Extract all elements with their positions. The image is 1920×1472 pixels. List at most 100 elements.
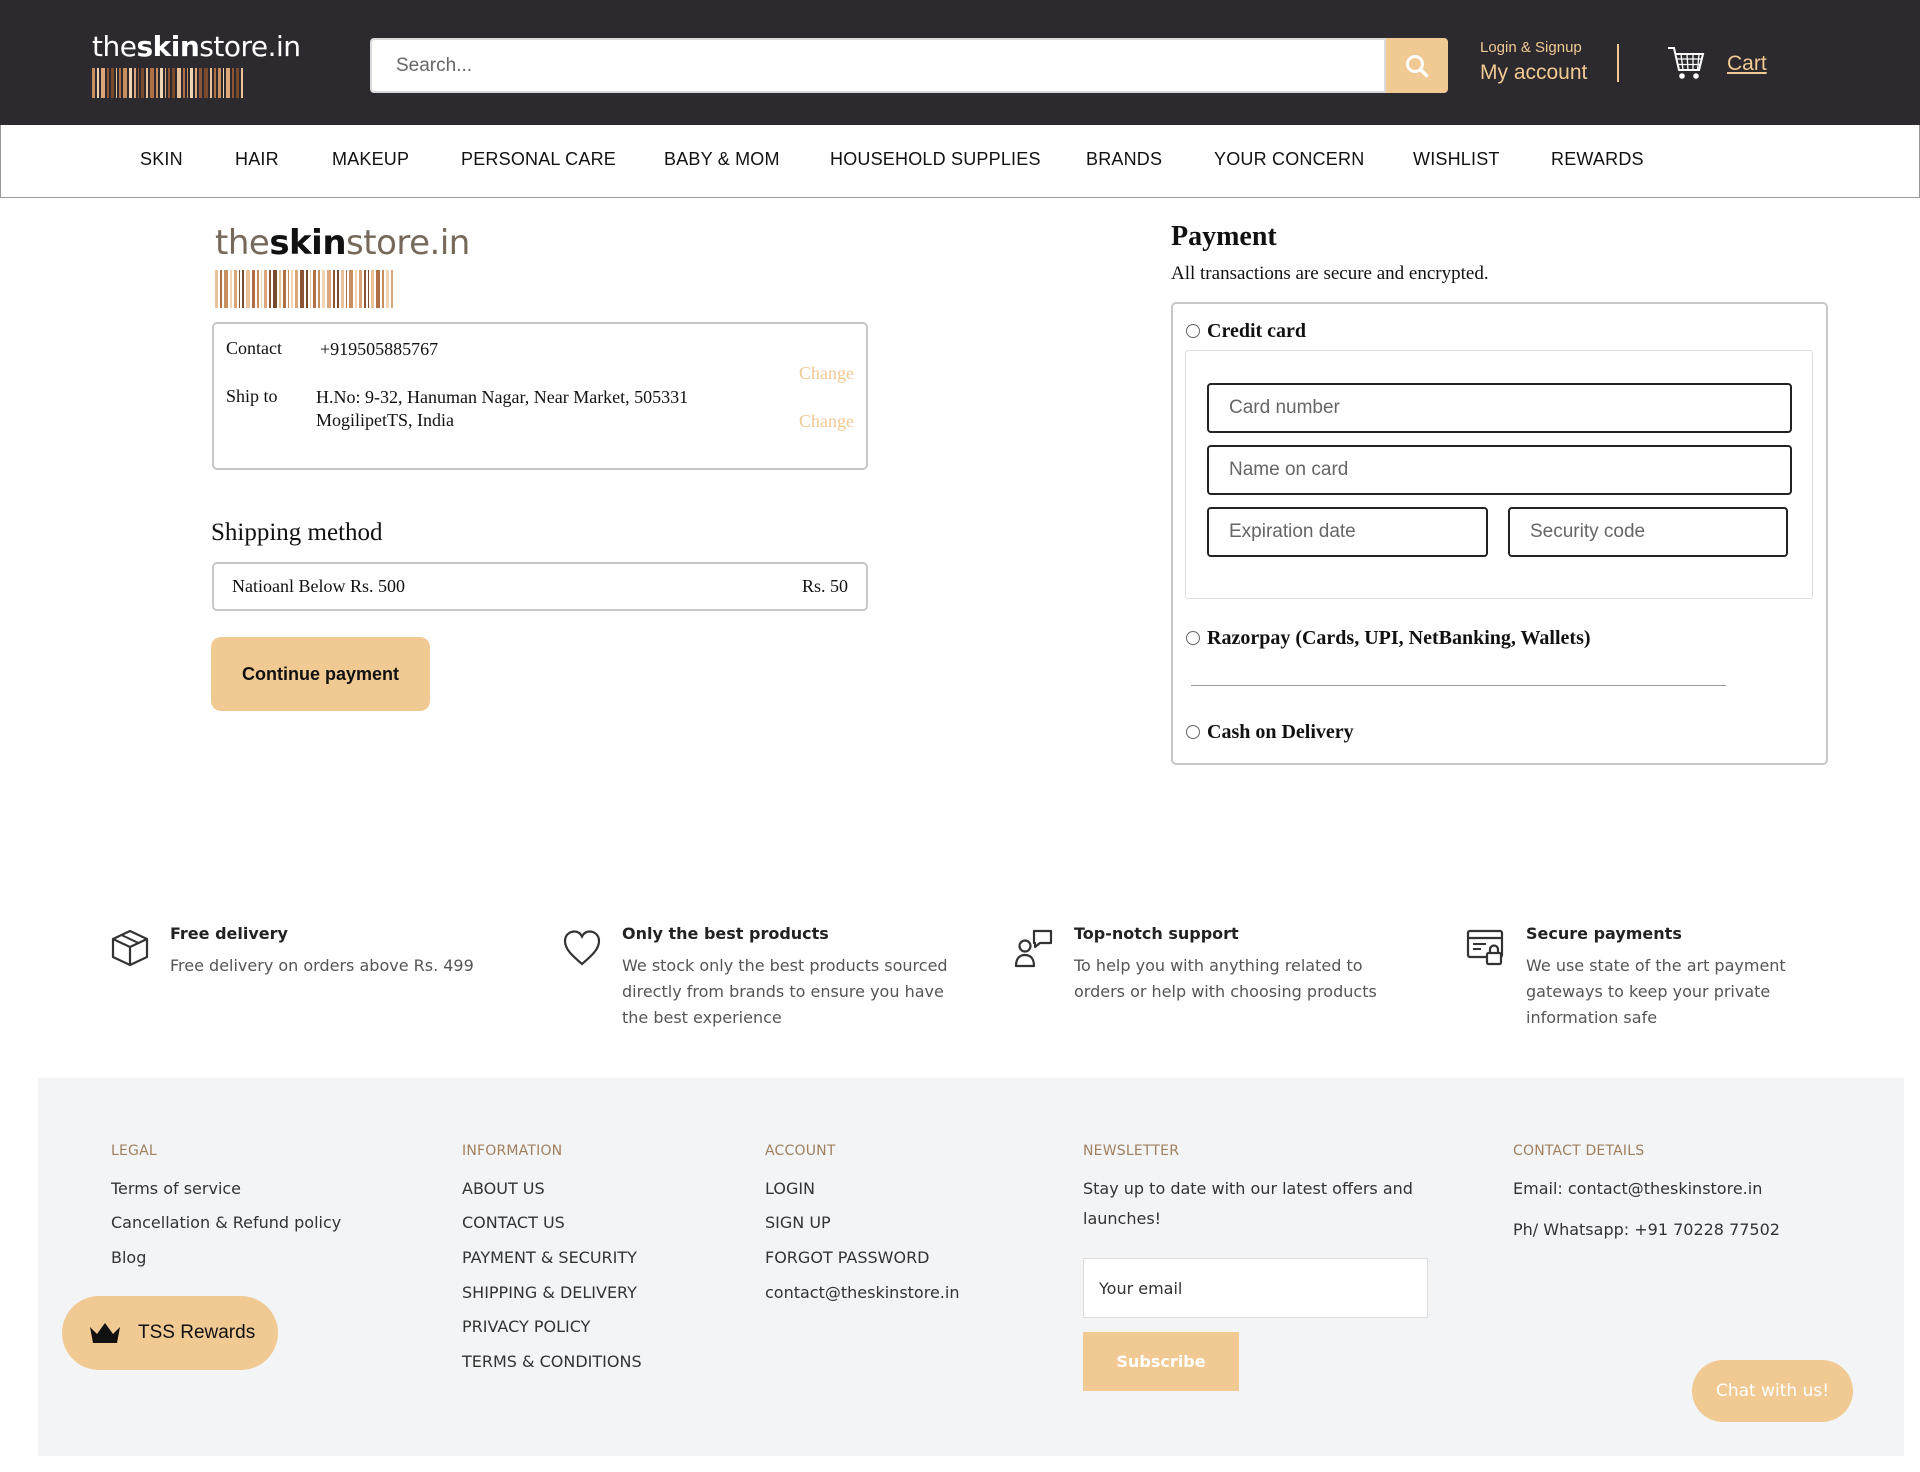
tss-rewards-button[interactable]: TSS Rewards (62, 1296, 278, 1370)
footer-link-terms-conditions[interactable]: TERMS & CONDITIONS (462, 1352, 642, 1371)
search-button[interactable] (1386, 38, 1448, 93)
expiration-date-field[interactable] (1207, 507, 1488, 557)
feature-description: To help you with anything related to ord… (1074, 956, 1377, 1001)
barcode-stripe (210, 68, 212, 98)
contact-label: Contact (226, 338, 282, 358)
search-field[interactable] (370, 38, 1386, 93)
account-menu[interactable]: Login & Signup My account (1480, 38, 1587, 88)
barcode-stripe (218, 68, 221, 98)
site-logo[interactable]: theskinstore.in (92, 30, 342, 98)
logo-wordmark: theskinstore.in (92, 30, 301, 63)
site-footer (38, 1078, 1904, 1456)
barcode-stripe (291, 270, 293, 308)
cod-radio[interactable] (1186, 725, 1200, 739)
barcode-stripe (310, 270, 311, 308)
barcode-stripe (288, 270, 289, 308)
barcode-stripe (150, 68, 154, 98)
footer-link-sign-up[interactable]: SIGN UP (765, 1213, 831, 1232)
my-account-link[interactable]: My account (1480, 58, 1587, 88)
footer-link-cancellation-refund[interactable]: Cancellation & Refund policy (111, 1213, 341, 1232)
cart-icon[interactable] (1666, 44, 1706, 82)
feature-title: Secure payments (1526, 924, 1682, 943)
barcode-stripe (226, 68, 230, 98)
chat-button[interactable]: Chat with us! (1692, 1360, 1853, 1422)
checkout-logo[interactable]: theskinstore.in (215, 222, 470, 308)
search-input[interactable] (372, 40, 1384, 91)
name-on-card-input[interactable] (1209, 447, 1790, 493)
barcode-stripe (364, 270, 366, 308)
barcode-stripe (273, 270, 277, 308)
address-line-2: MogilipetTS, India (316, 410, 454, 430)
footer-link-terms-of-service[interactable]: Terms of service (111, 1179, 241, 1198)
barcode-stripe (220, 270, 222, 308)
razorpay-label[interactable]: Razorpay (Cards, UPI, NetBanking, Wallet… (1207, 627, 1591, 650)
nav-item-your-concern[interactable]: YOUR CONCERN (1214, 149, 1364, 170)
heart-icon (563, 930, 601, 966)
nav-item-brands[interactable]: BRANDS (1086, 149, 1162, 170)
barcode-stripe (349, 270, 353, 308)
checkout-logo-wordmark: theskinstore.in (215, 223, 470, 263)
shipping-method-name: Natioanl Below Rs. 500 (232, 576, 405, 596)
newsletter-email-input[interactable] (1084, 1259, 1427, 1317)
footer-link-blog[interactable]: Blog (111, 1248, 146, 1267)
razorpay-radio[interactable] (1186, 631, 1200, 645)
credit-card-radio[interactable] (1186, 324, 1200, 338)
footer-link-contact-us[interactable]: CONTACT US (462, 1213, 565, 1232)
subscribe-button[interactable]: Subscribe (1083, 1332, 1239, 1391)
nav-item-hair[interactable]: HAIR (235, 149, 279, 170)
name-on-card-field[interactable] (1207, 445, 1792, 495)
nav-item-baby-mom[interactable]: BABY & MOM (664, 149, 780, 170)
nav-item-rewards[interactable]: REWARDS (1551, 149, 1644, 170)
nav-item-household-supplies[interactable]: HOUSEHOLD SUPPLIES (830, 149, 1041, 170)
expiration-date-input[interactable] (1209, 509, 1486, 555)
barcode-stripe (123, 68, 127, 98)
barcode-stripe (279, 270, 281, 308)
barcode-stripe (195, 68, 197, 98)
contact-shipping-summary: Contact +919505885767 Change Ship to H.N… (212, 322, 868, 470)
payment-subtitle: All transactions are secure and encrypte… (1171, 263, 1489, 284)
change-contact-link[interactable]: Change (799, 363, 854, 384)
footer-link-forgot-password[interactable]: FORGOT PASSWORD (765, 1248, 930, 1267)
shipping-method-price: Rs. 50 (801, 576, 848, 596)
card-number-field[interactable] (1207, 383, 1792, 433)
barcode-stripe (252, 270, 255, 308)
footer-link-about-us[interactable]: ABOUT US (462, 1179, 545, 1198)
nav-item-personal-care[interactable]: PERSONAL CARE (461, 149, 616, 170)
footer-link-privacy-policy[interactable]: PRIVACY POLICY (462, 1317, 590, 1336)
nav-item-makeup[interactable]: MAKEUP (332, 149, 409, 170)
continue-payment-button[interactable]: Continue payment (211, 637, 430, 711)
footer-link-login[interactable]: LOGIN (765, 1179, 815, 1198)
barcode-stripe (224, 270, 228, 308)
barcode-stripe (234, 270, 237, 308)
credit-card-label[interactable]: Credit card (1207, 320, 1306, 343)
cod-label[interactable]: Cash on Delivery (1207, 721, 1354, 744)
barcode-stripe (97, 68, 99, 98)
feature-title: Top-notch support (1074, 924, 1239, 943)
newsletter-email-field[interactable] (1083, 1258, 1428, 1318)
feature-description: We use state of the art payment gateways… (1526, 956, 1786, 1027)
footer-link-shipping-delivery[interactable]: SHIPPING & DELIVERY (462, 1283, 637, 1302)
barcode-stripe (269, 270, 271, 308)
barcode-stripe (283, 270, 286, 308)
nav-item-skin[interactable]: SKIN (140, 149, 183, 170)
barcode-stripe (129, 68, 132, 98)
barcode-stripe (386, 270, 389, 308)
shipping-method-option[interactable]: Natioanl Below Rs. 500 Rs. 50 (212, 562, 868, 611)
change-address-link[interactable]: Change (799, 411, 854, 432)
footer-heading-newsletter: NEWSLETTER (1083, 1143, 1180, 1159)
cart-link[interactable]: Cart (1727, 52, 1767, 76)
security-code-field[interactable] (1508, 507, 1788, 557)
security-code-input[interactable] (1510, 509, 1786, 555)
barcode-stripe (333, 270, 335, 308)
barcode-stripe (391, 270, 393, 308)
footer-link-contact-email[interactable]: contact@theskinstore.in (765, 1283, 959, 1302)
card-number-input[interactable] (1209, 385, 1790, 431)
barcode-stripe (242, 270, 244, 308)
barcode-stripe (322, 270, 325, 308)
barcode-stripe (318, 270, 320, 308)
footer-link-payment-security[interactable]: PAYMENT & SECURITY (462, 1248, 637, 1267)
barcode-stripe (172, 68, 175, 98)
nav-item-wishlist[interactable]: WISHLIST (1413, 149, 1500, 170)
secure-payment-icon (1466, 929, 1504, 966)
login-signup-link[interactable]: Login & Signup (1480, 38, 1587, 58)
